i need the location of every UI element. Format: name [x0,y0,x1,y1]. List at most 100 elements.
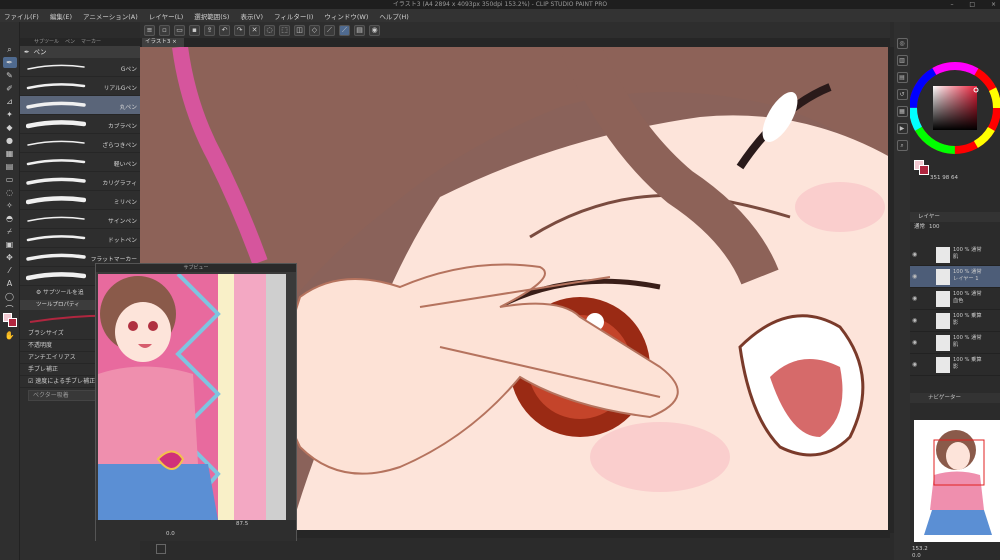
snap-ruler-icon[interactable]: ⟋ [324,24,335,36]
menu-selection[interactable]: 選択範囲(S) [194,11,229,21]
export-icon[interactable]: ⇪ [204,24,215,36]
menu-layer[interactable]: レイヤー(L) [149,11,184,21]
balloon-tool-icon[interactable]: ◯ [3,291,17,302]
blend-mode-select[interactable]: 通常 [914,222,925,232]
brush-tool-icon[interactable]: ✐ [3,83,17,94]
open-file-icon[interactable]: ▭ [174,24,185,36]
clear-icon[interactable]: ✕ [249,24,260,36]
layer-property-icon[interactable]: ▤ [896,72,908,83]
eyedropper-tool-icon[interactable]: ⌿ [3,226,17,237]
subview-zoom[interactable]: 87.5 [236,521,248,527]
color-chips[interactable] [3,313,17,327]
item-bank-icon[interactable]: ▦ [896,106,908,117]
brush-item[interactable]: サインペン [20,210,140,229]
layer-row[interactable]: ◉ 100 % 通常 血色 [910,288,1000,310]
subview-rotation[interactable]: 0.0 [166,531,175,537]
redo-icon[interactable]: ↷ [234,24,245,36]
lasso-tool-icon[interactable]: ◌ [3,187,17,198]
decoration-tool-icon[interactable]: ✦ [3,109,17,120]
blend-tool-icon[interactable]: ● [3,135,17,146]
layer-row[interactable]: ◉ 100 % 通常 肌 [910,244,1000,266]
maximize-button[interactable]: □ [969,1,975,8]
brush-item[interactable]: カリグラフィ [20,172,140,191]
layer-thumbnail [936,313,950,329]
layer-row[interactable]: ◉ 100 % 通常 肌 [910,332,1000,354]
eye-icon[interactable]: ◉ [912,251,917,258]
material-icon[interactable]: ▥ [896,55,908,66]
navigator-preview[interactable] [914,420,1000,542]
snap-grid-icon[interactable]: ▤ [354,24,365,36]
hand-tool-icon[interactable]: ✋ [3,330,17,341]
menu-view[interactable]: 表示(V) [240,11,263,21]
color-wheel[interactable] [909,58,1000,158]
clip-studio-icon[interactable]: ◉ [369,24,380,36]
brush-item[interactable]: 丸ペン [20,96,140,115]
tab-pen[interactable]: ペン [65,38,75,46]
menu-filter[interactable]: フィルター(I) [274,11,313,21]
menu-icon[interactable]: ≡ [144,24,155,36]
eye-icon[interactable]: ◉ [912,317,917,324]
brush-item[interactable]: 軽いペン [20,153,140,172]
zoom-tool-icon[interactable]: ⌕ [3,44,17,55]
layer-row[interactable]: ◉ 100 % 乗算 影 [910,310,1000,332]
vector-snap-button[interactable]: ベクター吸着 [28,390,98,401]
background-color-chip[interactable] [8,318,17,327]
eraser-tool-icon[interactable]: ◆ [3,122,17,133]
navigator-zoom[interactable]: 153.2 [912,546,1000,553]
pencil-tool-icon[interactable]: ✎ [3,70,17,81]
snap-special-ruler-icon[interactable]: ⟋ [339,24,350,36]
menu-help[interactable]: ヘルプ(H) [379,11,408,21]
opacity-value[interactable]: 100 [929,222,940,232]
undo-icon[interactable]: ↶ [219,24,230,36]
layer-row[interactable]: ◉ 100 % 通常 レイヤー 1 [910,266,1000,288]
bucket-tool-icon[interactable]: ◓ [3,213,17,224]
canvas-tab-label: イラスト3 [145,39,171,45]
eye-icon[interactable]: ◉ [912,361,917,368]
eye-icon[interactable]: ◉ [912,339,917,346]
tab-subtool[interactable]: サブツール [34,38,59,46]
search-layer-icon[interactable]: ⌕ [896,140,908,151]
navigator-toggle-icon[interactable]: ◎ [896,38,908,49]
brush-item[interactable]: ざらつきペン [20,134,140,153]
tab-marker[interactable]: マーカー [81,38,101,46]
fill-tool-icon[interactable]: ▦ [3,148,17,159]
auto-action-icon[interactable]: ▶ [896,123,908,134]
figure-tool-icon[interactable]: ▭ [3,174,17,185]
save-icon[interactable]: ▪ [189,24,200,36]
menu-window[interactable]: ウィンドウ(W) [324,11,368,21]
select-all-icon[interactable]: ⬚ [279,24,290,36]
brush-item[interactable]: ミリペン [20,191,140,210]
gradient-tool-icon[interactable]: ▤ [3,161,17,172]
new-file-icon[interactable]: ▫ [159,24,170,36]
brush-name: ざらつきペン [102,143,137,149]
airbrush-tool-icon[interactable]: ⊿ [3,96,17,107]
brush-item[interactable]: Gペン [20,58,140,77]
history-icon[interactable]: ↺ [896,89,908,100]
navigator-rotation[interactable]: 0.0 [912,553,1000,560]
brush-item[interactable]: リアルGペン [20,77,140,96]
brush-item[interactable]: カブラペン [20,115,140,134]
transform-icon[interactable]: ◇ [309,24,320,36]
eye-icon[interactable]: ◉ [912,295,917,302]
move-tool-icon[interactable]: ✥ [3,252,17,263]
wheel-background-chip[interactable] [919,165,929,175]
frame-tool-icon[interactable]: ▣ [3,239,17,250]
canvas-tab[interactable]: イラスト3 × [142,38,184,47]
invert-selection-icon[interactable]: ◫ [294,24,305,36]
hsv-readout: 351 98 64 [930,175,958,181]
wand-tool-icon[interactable]: ✧ [3,200,17,211]
deselect-icon[interactable]: ◌ [264,24,275,36]
text-tool-icon[interactable]: A [3,278,17,289]
brush-item[interactable]: ドットペン [20,229,140,248]
eye-icon[interactable]: ◉ [912,273,917,280]
pen-icon: ✒ [24,48,30,56]
minimize-button[interactable]: – [950,1,953,8]
menu-file[interactable]: ファイル(F) [4,11,39,21]
menu-animation[interactable]: アニメーション(A) [83,11,138,21]
frame-icon[interactable] [156,544,166,554]
pen-tool-icon[interactable]: ✒ [2,57,17,68]
ruler-tool-icon[interactable]: ⁄ [3,265,17,276]
layer-row[interactable]: ◉ 100 % 乗算 影 [910,354,1000,376]
close-button[interactable]: × [991,1,996,8]
menu-edit[interactable]: 編集(E) [50,11,72,21]
